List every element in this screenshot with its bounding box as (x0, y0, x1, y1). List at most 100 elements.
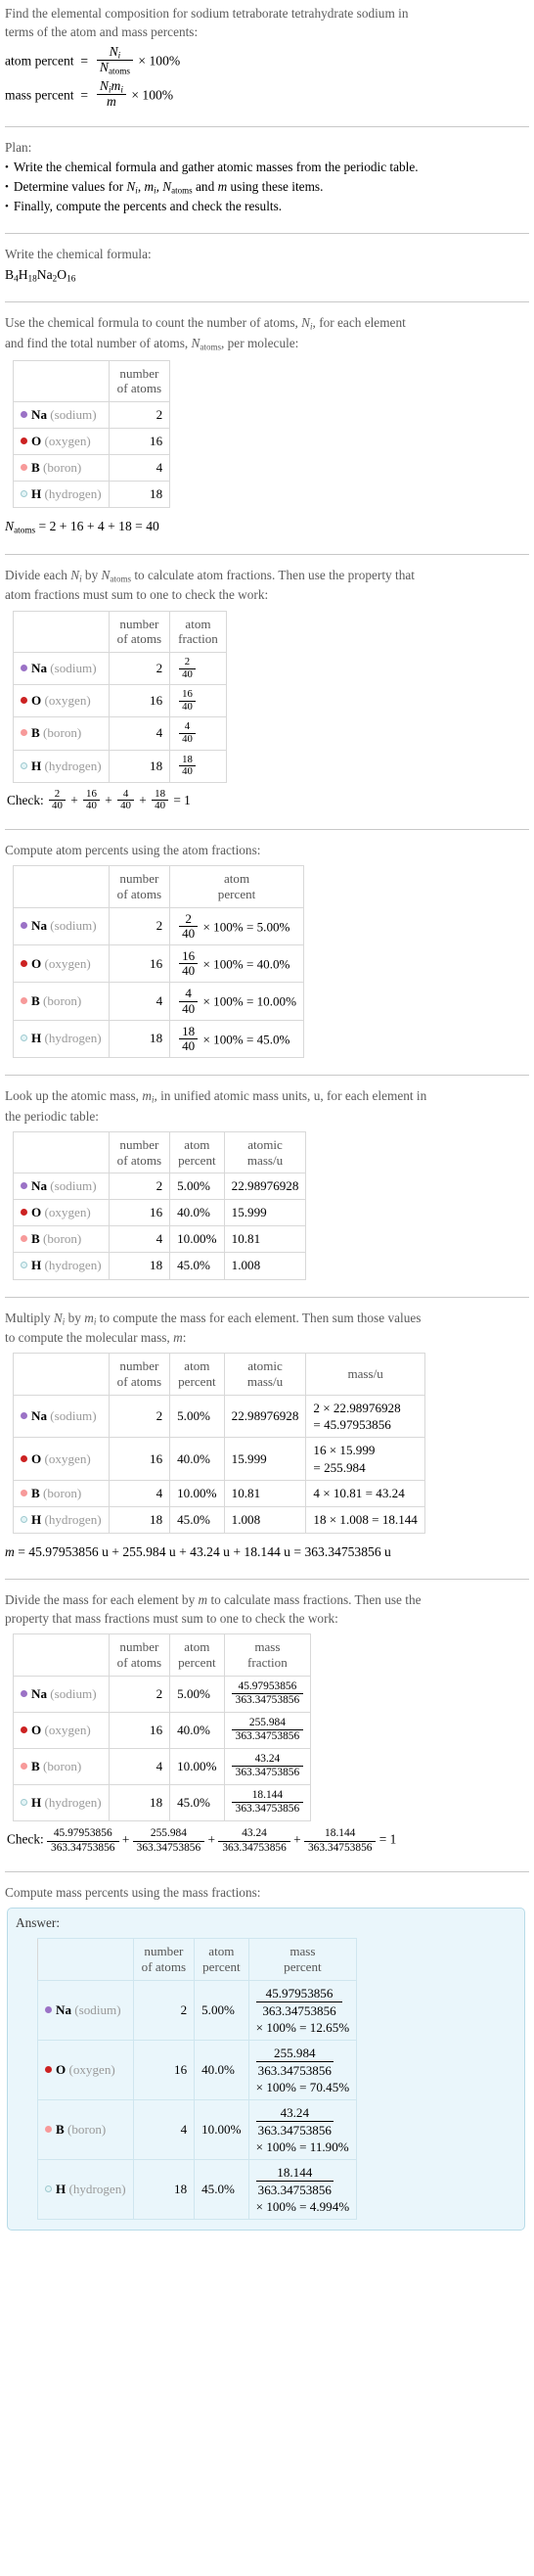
table-row: H (hydrogen) 18 45.0% 18.144 363.34753856 (13, 1784, 312, 1822)
atom-percent-value: 40.0% (169, 1711, 225, 1750)
element-name: (hydrogen) (44, 1795, 102, 1811)
atom-percent-value: 10.00% (194, 2098, 249, 2160)
element-color-dot (21, 1763, 27, 1771)
mass-fraction: 43.24 363.34753856 (218, 1827, 290, 1854)
header-atomic-mass: atomic mass/u (223, 1353, 307, 1396)
element-name: (hydrogen) (44, 758, 102, 773)
element-name: (oxygen) (44, 693, 91, 709)
atom-count: 2 (108, 906, 171, 946)
element-label-cell: B (boron) (13, 1225, 110, 1254)
table-header-row: number of atoms atom percent mass fraction (13, 1633, 312, 1677)
element-color-dot (45, 2065, 52, 2073)
atomic-mass-section: Look up the atomic mass, mi, in unified … (5, 1086, 529, 1288)
table-row: H (hydrogen) 18 18 40 (13, 749, 227, 783)
fraction: 2 40 (179, 656, 196, 680)
check-label: Check: (7, 792, 44, 807)
element-color-dot (21, 922, 27, 930)
atom-fraction-cell: 2 40 (169, 652, 227, 686)
table-row: B (boron) 4 4 40 × 100% = 10.00% (13, 982, 304, 1021)
formula-section: Write the chemical formula: B4H18Na2O16 (5, 245, 529, 294)
mass-expression: 18 × 1.008 = 18.144 (305, 1506, 425, 1535)
header-number-of-atoms: number of atoms (108, 865, 171, 908)
element-symbol: B (56, 2121, 65, 2137)
element-color-dot (21, 665, 27, 672)
plan-heading: Plan: (5, 139, 32, 155)
table-row: H (hydrogen) 18 45.0% 1.008 (13, 1252, 307, 1280)
table-header-row: number of atoms atom percent atomic mass/u … (13, 1353, 425, 1396)
atom-percent-expression: 16 40 × 100% = 40.0% (169, 944, 304, 984)
header-blank (13, 865, 110, 908)
element-color-dot (21, 1035, 27, 1042)
element-name: (sodium) (74, 2001, 121, 2017)
element-name: (sodium) (50, 407, 97, 423)
problem-intro-line2: terms of the atom and mass percents: (5, 24, 199, 40)
element-name: (boron) (67, 2121, 107, 2137)
atom-percent-prompt: Compute atom percents using the atom fra… (5, 843, 261, 858)
element-color-dot (21, 411, 27, 419)
element-name: (boron) (43, 1231, 82, 1247)
count-prompt-line1: Use the chemical formula to count the nu… (5, 315, 406, 332)
molecular-mass-line: m = 45.97953856 u + 255.984 u + 43.24 u … (5, 1544, 391, 1560)
divider (5, 1870, 529, 1872)
table-row: B (boron) 4 10.00% 43.24 363.34753856 (13, 1748, 312, 1786)
mass-percent-prompt: Compute mass percents using the mass fra… (5, 1884, 261, 1900)
element-color-dot (21, 697, 27, 705)
element-name: (sodium) (50, 1685, 97, 1701)
element-name: (hydrogen) (44, 486, 102, 502)
element-name: (sodium) (50, 1408, 97, 1424)
element-color-dot (45, 2005, 52, 2013)
header-mass-percent: mass percent (247, 1938, 358, 1981)
element-label-cell: B (boron) (13, 716, 110, 751)
element-name: (boron) (43, 1485, 82, 1500)
atom-percent-value: 5.00% (194, 1979, 249, 2041)
header-blank (13, 610, 110, 654)
atom-percent-value: 10.00% (169, 1225, 225, 1254)
header-number-of-atoms: number of atoms (108, 1130, 171, 1174)
mass-fraction-cell: 45.97953856 363.34753856 (223, 1675, 312, 1713)
element-symbol: O (31, 693, 42, 709)
element-label-cell: O (oxygen) (13, 944, 110, 984)
atomic-mass-value: 1.008 (223, 1506, 307, 1535)
element-symbol: Na (56, 2001, 72, 2017)
element-name: (hydrogen) (44, 1258, 102, 1273)
count-section: Use the chemical formula to count the nu… (5, 313, 529, 544)
element-symbol: Na (31, 918, 48, 934)
element-label-cell: H (hydrogen) (37, 2158, 134, 2220)
element-color-dot (21, 1209, 27, 1217)
element-color-dot (21, 1412, 27, 1420)
molecular-mass-value: 45.97953856 u + 255.984 u + 43.24 u + 18… (28, 1544, 391, 1560)
element-name: (sodium) (50, 1178, 97, 1194)
element-symbol: H (31, 486, 42, 502)
plan-section: Plan: Write the chemical formula and gat… (5, 138, 529, 224)
atom-count: 18 (132, 2158, 196, 2220)
element-label-cell: O (oxygen) (13, 428, 110, 456)
element-color-dot (21, 1689, 27, 1697)
element-symbol: B (31, 1231, 40, 1247)
fraction: 2 40 (179, 911, 199, 941)
atomic-mass-prompt-line2: the periodic table: (5, 1108, 99, 1124)
divider (5, 1578, 529, 1580)
header-number-of-atoms: number of atoms (108, 1353, 171, 1396)
mass-percent-formula: mass percent = Nimi m × 100% (5, 78, 529, 110)
element-symbol: O (56, 2061, 67, 2077)
table-row: Na (sodium) 2 5.00% 45.97953856 363.34753856 (13, 1675, 312, 1713)
mass-prompt-line1: Multiply Ni by mi to compute the mass fo… (5, 1310, 422, 1327)
element-name: (sodium) (50, 918, 97, 934)
element-symbol: Na (31, 661, 48, 676)
check-result: = 1 (173, 792, 191, 807)
element-symbol: Na (31, 1408, 48, 1424)
table-header-row: number of atoms atom fraction (13, 610, 227, 654)
element-color-dot (45, 2185, 52, 2192)
atom-percent-expression: 4 40 × 100% = 10.00% (169, 982, 304, 1021)
element-symbol: B (31, 993, 40, 1009)
divider (5, 1296, 529, 1298)
element-name: (sodium) (50, 661, 97, 676)
table-row: Na (sodium) 2 5.00% 22.98976928 2 × 22.98976… (13, 1394, 425, 1439)
mass-percent-times100: × 100% (131, 87, 174, 103)
mass-fraction-prompt-line2: property that mass fractions must sum to… (5, 1611, 338, 1627)
atomic-mass-value: 10.81 (223, 1225, 307, 1254)
table-row: B (boron) 4 4 40 (13, 716, 227, 751)
atom-percent-value: 5.00% (169, 1173, 225, 1201)
fraction: 2 40 (49, 788, 66, 813)
element-label-cell: H (hydrogen) (13, 749, 110, 783)
